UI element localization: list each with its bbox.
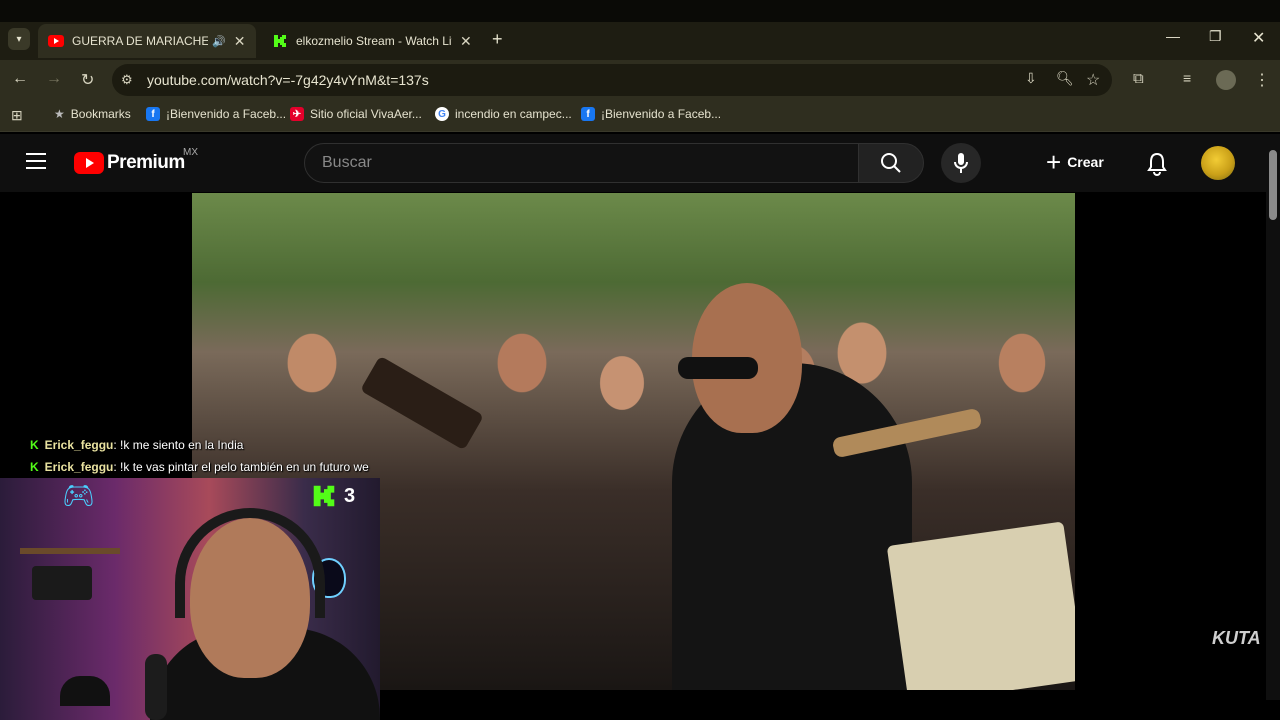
close-window-button[interactable]: ✕ — [1252, 28, 1265, 48]
search-input[interactable]: Buscar — [322, 154, 372, 172]
create-button[interactable]: + Crear — [1046, 147, 1104, 177]
radio — [32, 566, 92, 600]
kick-icon: K — [30, 438, 39, 452]
tab-youtube[interactable]: GUERRA DE MARIACHEROS 🔊 ✕ — [38, 24, 256, 58]
new-tab-button[interactable]: + — [492, 29, 503, 50]
microphone — [145, 654, 167, 720]
account-avatar[interactable] — [1201, 146, 1235, 180]
back-icon[interactable]: ← — [12, 70, 28, 88]
close-tab-icon[interactable]: ✕ — [460, 33, 472, 50]
google-icon: G — [435, 107, 449, 121]
notifications-button[interactable] — [1146, 152, 1168, 181]
facebook-icon: f — [581, 107, 595, 121]
site-info-icon[interactable]: ⚙ — [121, 72, 133, 88]
tab-title: GUERRA DE MARIACHEROS — [72, 34, 208, 48]
restore-button[interactable]: ❐ — [1209, 28, 1222, 45]
bookmark-item[interactable]: ✈ Sitio oficial VivaAer... — [290, 107, 422, 121]
search-icon — [881, 153, 901, 173]
apps-icon[interactable]: ⊞ — [11, 107, 23, 124]
youtube-favicon-icon — [48, 33, 64, 49]
chat-message: K Erick_feggu: !k me siento en la India — [30, 438, 244, 452]
bookmark-item[interactable]: Gincendio en campec... — [435, 107, 572, 121]
install-icon[interactable]: ⇩ — [1025, 70, 1037, 87]
hamburger-menu-icon[interactable] — [26, 153, 46, 169]
title-bar — [0, 0, 1280, 22]
url-text[interactable]: youtube.com/watch?v=-7g42y4vYnM&t=137s — [147, 72, 429, 88]
tab-kick[interactable]: elkozmelio Stream - Watch Live ✕ — [262, 24, 482, 58]
gamepad-neon-icon: 🎮︎ — [62, 480, 96, 510]
sunglasses — [678, 357, 758, 379]
search-box[interactable] — [304, 143, 860, 183]
search-button[interactable] — [858, 143, 924, 183]
media-controls-icon[interactable]: ≡ — [1183, 70, 1191, 86]
minimize-button[interactable]: — — [1166, 28, 1180, 44]
chat-message: K Erick_feggu: !k te vas pintar el pelo t… — [30, 460, 369, 474]
bookmark-item[interactable]: f ¡Bienvenido a Faceb... — [146, 107, 286, 121]
kick-icon: K — [30, 460, 39, 474]
kick-logo-icon — [313, 485, 335, 507]
youtube-logo[interactable]: Premium — [74, 152, 185, 174]
close-tab-icon[interactable]: ✕ — [234, 33, 246, 50]
vivaaerobus-icon: ✈ — [290, 107, 304, 121]
region-code: MX — [183, 147, 198, 158]
scrollbar-thumb[interactable] — [1269, 150, 1277, 220]
microphone-icon — [954, 153, 968, 173]
shelf — [20, 548, 120, 554]
bookmark-star-icon[interactable]: ☆ — [1086, 70, 1100, 90]
forward-icon[interactable]: → — [46, 70, 62, 88]
bookmark-item[interactable]: f ¡Bienvenido a Faceb... — [581, 107, 721, 121]
bookmark-item[interactable]: ★ Bookmarks — [54, 107, 131, 121]
bell-icon — [1147, 152, 1167, 176]
youtube-play-icon — [74, 152, 104, 174]
menu-icon[interactable]: ⋮ — [1254, 70, 1270, 90]
kick-badge: 3 — [312, 484, 355, 508]
tab-search-button[interactable]: ▾ — [8, 28, 30, 50]
streamer-webcam: 🎮︎ 3 — [0, 478, 380, 720]
plus-icon: + — [1046, 147, 1062, 177]
zoom-icon[interactable]: 🔍︎ — [1056, 70, 1074, 87]
star-icon: ★ — [54, 107, 65, 121]
reload-icon[interactable]: ↻ — [81, 70, 94, 90]
channel-watermark: KUTA — [1212, 628, 1261, 648]
headset-stand — [60, 676, 110, 706]
kick-favicon-icon — [272, 33, 288, 49]
profile-avatar[interactable] — [1216, 70, 1236, 90]
voice-search-button[interactable] — [941, 143, 981, 183]
accordion — [886, 521, 1075, 690]
speaker-icon[interactable]: 🔊 — [212, 35, 226, 48]
tab-title: elkozmelio Stream - Watch Live — [296, 34, 452, 48]
facebook-icon: f — [146, 107, 160, 121]
extensions-icon[interactable]: ⧉ — [1133, 70, 1144, 87]
